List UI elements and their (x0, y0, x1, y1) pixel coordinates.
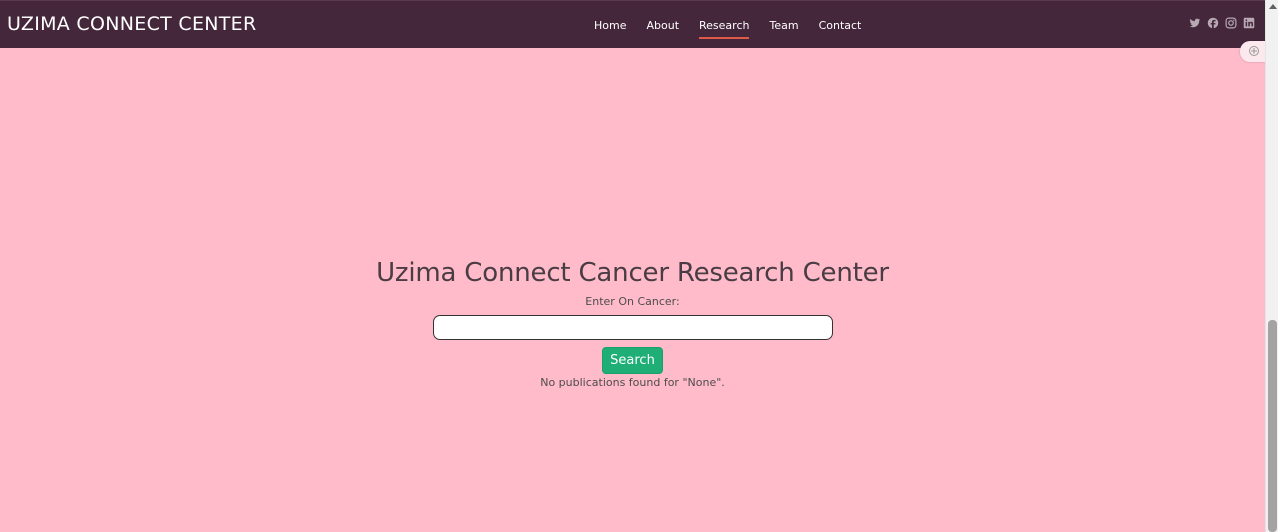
linkedin-icon[interactable] (1243, 17, 1255, 29)
social-links (1189, 17, 1255, 29)
search-input[interactable] (432, 315, 833, 340)
nav-team[interactable]: Team (769, 15, 798, 36)
nav-about[interactable]: About (646, 15, 679, 36)
search-label: Enter On Cancer: (585, 295, 680, 308)
page-scrollbar[interactable] (1265, 0, 1278, 532)
scroll-thumb[interactable] (1268, 320, 1277, 532)
instagram-icon[interactable] (1225, 17, 1237, 29)
facebook-icon[interactable] (1207, 17, 1219, 29)
search-result-message: No publications found for "None". (540, 376, 725, 389)
nav-research[interactable]: Research (699, 15, 750, 39)
nav-home[interactable]: Home (594, 15, 626, 36)
research-search-section: Uzima Connect Cancer Research Center Ent… (0, 258, 1265, 389)
main-nav: Home About Research Team Contact (594, 1, 881, 49)
twitter-icon[interactable] (1189, 17, 1201, 29)
nav-contact[interactable]: Contact (819, 15, 862, 36)
site-header: UZIMA CONNECT CENTER Home About Research… (0, 0, 1265, 48)
scroll-up-arrow-icon[interactable] (1269, 4, 1277, 9)
search-button[interactable]: Search (602, 347, 663, 374)
widget-icon (1249, 46, 1259, 56)
site-logo[interactable]: UZIMA CONNECT CENTER (7, 13, 256, 35)
accessibility-widget-button[interactable] (1240, 41, 1266, 62)
page-title: Uzima Connect Cancer Research Center (376, 258, 889, 288)
